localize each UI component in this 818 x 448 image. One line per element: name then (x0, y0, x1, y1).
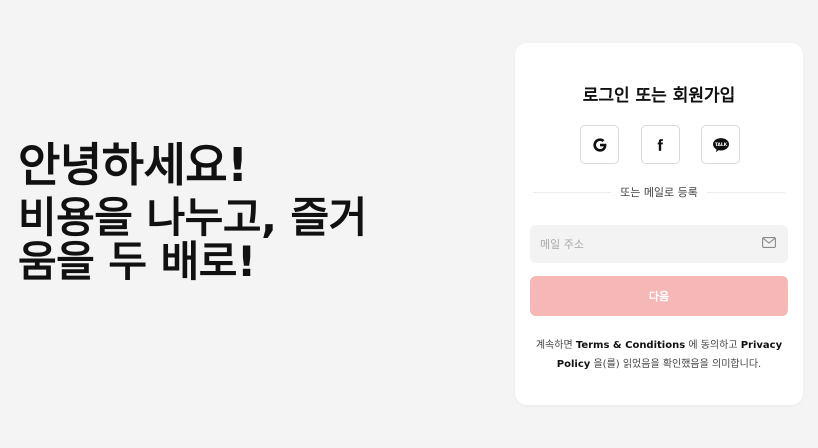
social-login-row: TALK (580, 125, 740, 164)
email-field-wrapper (530, 225, 788, 263)
terms-suffix: 을(를) 읽었음을 확인했음을 의미합니다. (590, 359, 762, 370)
hero-heading: 안녕하세요! 비용을 나누고, 즐거 움을 두 배로! (18, 138, 488, 284)
hero-tagline: 비용을 나누고, 즐거 움을 두 배로! (18, 196, 488, 284)
terms-middle: 에 동의하고 (685, 340, 741, 351)
login-card: 로그인 또는 회원가입 TALK 또는 메일로 등록 메일 주소 다음 계속하면… (515, 43, 803, 405)
google-icon (592, 137, 606, 152)
hero-greeting: 안녕하세요! (18, 138, 248, 192)
next-button[interactable]: 다음 (530, 276, 788, 316)
terms-conditions-link[interactable]: Terms & Conditions (576, 340, 685, 351)
google-login-button[interactable] (580, 125, 619, 164)
kakaotalk-icon: TALK (712, 137, 729, 152)
terms-prefix: 계속하면 (535, 340, 576, 351)
hero-tagline-line1: 비용을 나누고, 즐거 (18, 193, 367, 242)
facebook-login-button[interactable] (640, 125, 680, 164)
kakao-badge-text: TALK (714, 141, 727, 147)
divider-line-left (533, 191, 612, 193)
divider-label: 또는 메일로 등록 (620, 186, 698, 199)
card-title: 로그인 또는 회원가입 (582, 86, 736, 106)
hero-tagline-line2: 움을 두 배로! (18, 237, 256, 286)
divider-line-right (706, 191, 785, 193)
kakao-login-button[interactable]: TALK (701, 125, 740, 164)
email-input[interactable] (530, 225, 788, 263)
divider: 또는 메일로 등록 (533, 184, 785, 200)
mail-icon (762, 237, 776, 248)
terms-notice: 계속하면 Terms & Conditions 에 동의하고 Privacy P… (533, 336, 785, 374)
facebook-icon (657, 138, 663, 151)
